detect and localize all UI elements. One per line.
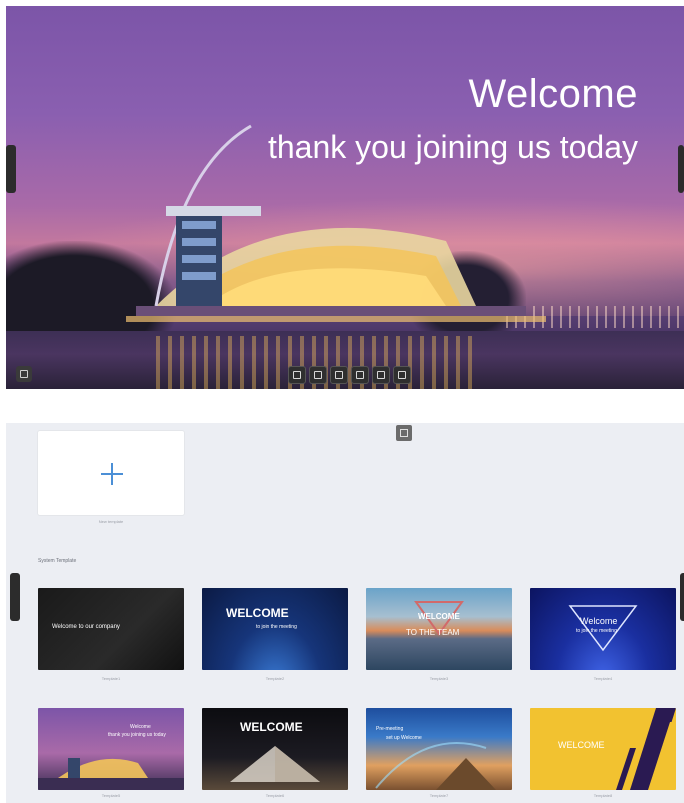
template-card[interactable]: WELCOME TO THE TEAM — [366, 588, 512, 670]
template-card[interactable]: Welcome thank you joining us today — [38, 708, 184, 790]
template-label: Template4 — [593, 676, 613, 681]
screen-icon[interactable] — [351, 366, 369, 384]
template-title: Welcome — [580, 616, 618, 626]
left-side-handle[interactable] — [10, 573, 20, 621]
right-side-handle[interactable] — [678, 145, 684, 193]
template-title: Pre-meeting — [376, 726, 404, 732]
pen-icon[interactable] — [393, 366, 411, 384]
minimize-icon[interactable] — [16, 366, 32, 382]
section-title: System Template — [38, 558, 77, 564]
bottom-toolbar — [288, 366, 411, 384]
window-icon[interactable] — [309, 366, 327, 384]
template-subtitle: TO THE TEAM — [406, 628, 460, 637]
template-label: Template1 — [101, 676, 121, 681]
plus-icon — [101, 463, 123, 485]
stadium-illustration — [126, 124, 546, 322]
apps-icon[interactable] — [330, 366, 348, 384]
template-label: Template2 — [265, 676, 285, 681]
new-template-card[interactable] — [38, 431, 184, 515]
template-title: WELCOME — [240, 720, 303, 734]
right-side-handle[interactable] — [680, 573, 684, 621]
template-card[interactable]: WELCOME to join the meeting — [202, 588, 348, 670]
template-card[interactable]: Welcome to our company — [38, 588, 184, 670]
hero-title: Welcome — [468, 72, 638, 116]
template-subtitle: set up Welcome — [386, 735, 422, 741]
hero-subtitle: thank you joining us today — [267, 129, 638, 165]
collapse-icon[interactable] — [396, 425, 412, 441]
left-side-handle[interactable] — [6, 145, 16, 193]
template-card[interactable]: Pre-meeting set up Welcome — [366, 708, 512, 790]
template-title: WELCOME — [558, 740, 605, 750]
template-gallery: New template System Template Welcome to … — [6, 423, 684, 803]
welcome-screen-preview: Welcome thank you joining us today — [6, 6, 684, 389]
template-card[interactable]: WELCOME — [530, 708, 676, 790]
new-template-label: New template — [98, 519, 124, 524]
template-label: Template3 — [429, 676, 449, 681]
template-subtitle: to join the meeting — [256, 624, 297, 630]
template-card[interactable]: Welcome to join the meeting — [530, 588, 676, 670]
stadium-thumbnail — [38, 758, 184, 790]
app-root: Welcome thank you joining us today New t… — [0, 0, 684, 803]
template-title: Welcome — [130, 724, 151, 730]
template-title: Welcome to our company — [52, 624, 120, 630]
template-label: Template7 — [429, 793, 449, 798]
template-label: Template6 — [265, 793, 285, 798]
whiteboard-icon[interactable] — [288, 366, 306, 384]
template-title: WELCOME — [226, 606, 289, 620]
template-title: WELCOME — [418, 612, 460, 621]
template-card[interactable]: WELCOME — [202, 708, 348, 790]
mountain-graphic — [375, 742, 496, 790]
settings-icon[interactable] — [372, 366, 390, 384]
template-subtitle: to join the meeting — [576, 628, 617, 634]
template-label: Template8 — [593, 793, 613, 798]
template-subtitle: thank you joining us today — [108, 732, 166, 738]
template-label: Template5 — [101, 793, 121, 798]
